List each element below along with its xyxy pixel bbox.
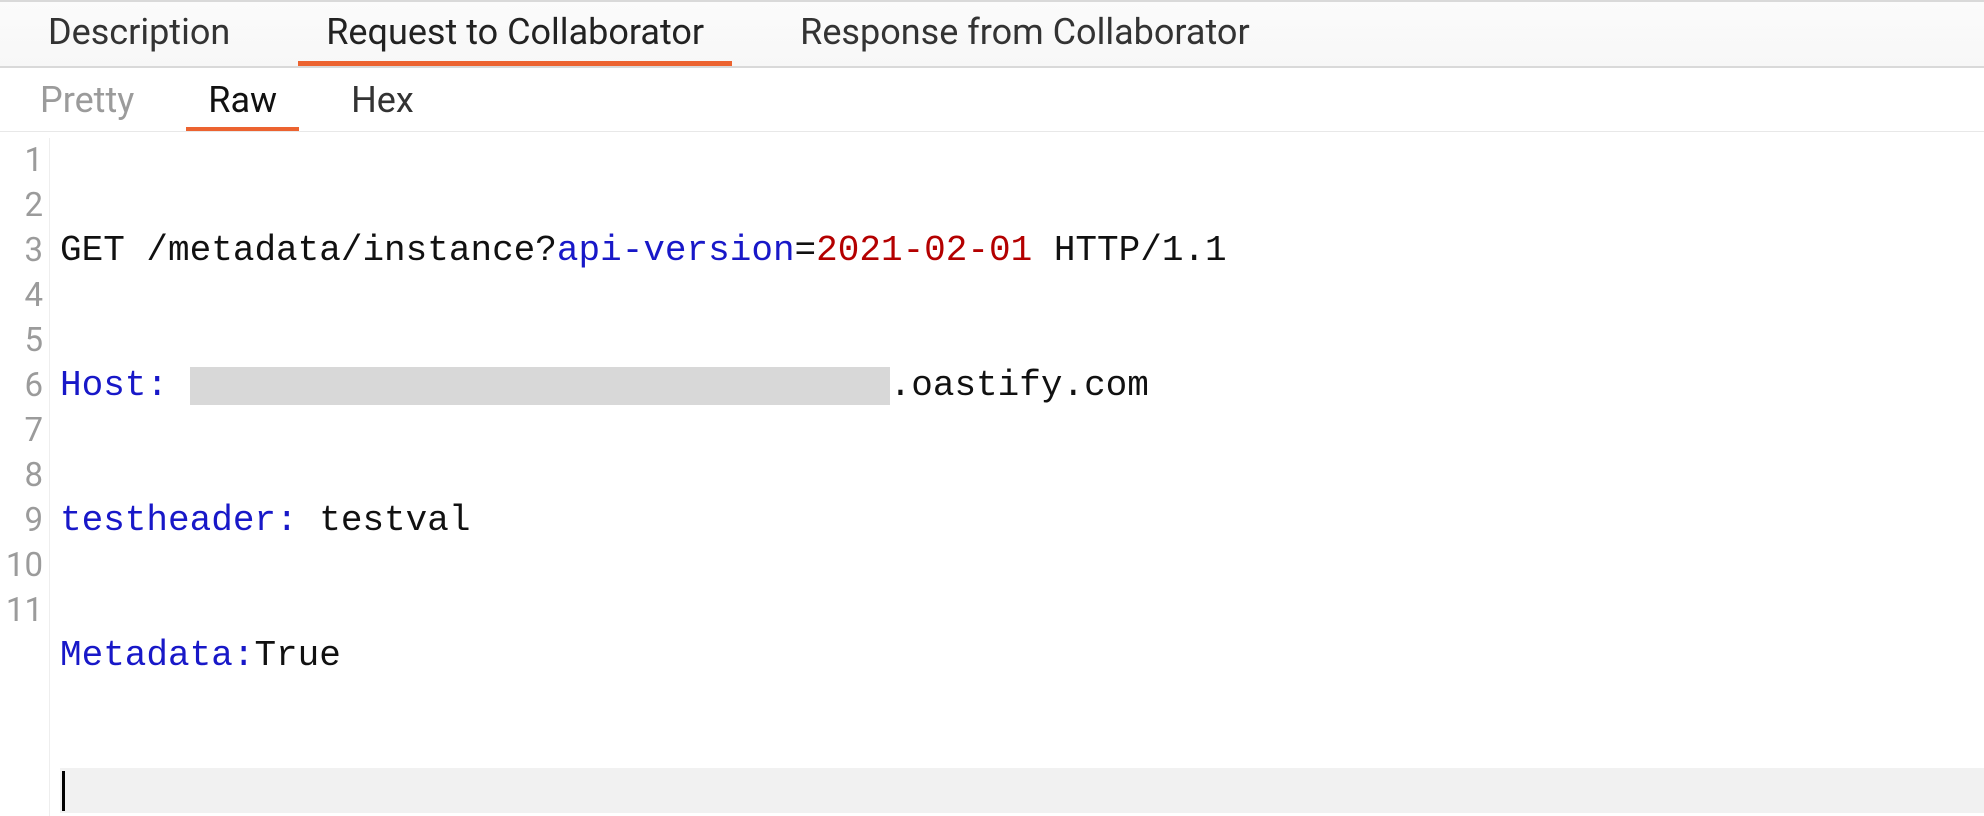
- host-header-line: Host: .oastify.com: [60, 363, 1984, 408]
- main-tabs: Description Request to Collaborator Resp…: [0, 0, 1984, 68]
- tab-response-from-collaborator[interactable]: Response from Collaborator: [772, 0, 1278, 66]
- header-name-metadata: Metadata:: [60, 633, 254, 678]
- tab-request-to-collaborator[interactable]: Request to Collaborator: [298, 0, 732, 66]
- line-number: 3: [0, 228, 43, 273]
- metadata-header-line: Metadata:True: [60, 633, 1984, 678]
- line-number: 6: [0, 363, 43, 408]
- host-suffix: .oastify.com: [890, 363, 1149, 408]
- line-number-gutter: 1 2 3 4 5 6 7 8 9 10 11: [0, 138, 50, 816]
- request-editor[interactable]: 1 2 3 4 5 6 7 8 9 10 11 GET /metadata/in…: [0, 132, 1984, 816]
- header-name-testheader: testheader:: [60, 498, 298, 543]
- line-number: 11: [0, 588, 43, 633]
- line-number: 7: [0, 408, 43, 453]
- tab-raw[interactable]: Raw: [186, 67, 299, 131]
- text-cursor: [62, 771, 65, 811]
- header-name-host: Host:: [60, 363, 168, 408]
- line-number: 4: [0, 273, 43, 318]
- line-number: 10: [0, 543, 43, 588]
- query-param-name: api-version: [557, 228, 795, 273]
- query-param-value: 2021-02-01: [816, 228, 1032, 273]
- line-number: 5: [0, 318, 43, 363]
- request-line: GET /metadata/instance?api-version=2021-…: [60, 228, 1984, 273]
- tab-description[interactable]: Description: [20, 0, 258, 66]
- request-path: /metadata/instance: [146, 228, 535, 273]
- line-number: 2: [0, 183, 43, 228]
- line-number: 9: [0, 498, 43, 543]
- testheader-line: testheader: testval: [60, 498, 1984, 543]
- header-value-testheader: testval: [319, 498, 470, 543]
- tab-hex[interactable]: Hex: [329, 67, 436, 131]
- redacted-host: [190, 367, 890, 405]
- header-value-metadata: True: [254, 633, 340, 678]
- http-method: GET: [60, 228, 125, 273]
- line-number: 8: [0, 453, 43, 498]
- view-tabs: Pretty Raw Hex: [0, 68, 1984, 132]
- cursor-line: [60, 768, 1984, 813]
- code-content[interactable]: GET /metadata/instance?api-version=2021-…: [50, 138, 1984, 816]
- line-number: 1: [0, 138, 43, 183]
- http-version: HTTP/1.1: [1054, 228, 1227, 273]
- tab-pretty[interactable]: Pretty: [18, 67, 156, 131]
